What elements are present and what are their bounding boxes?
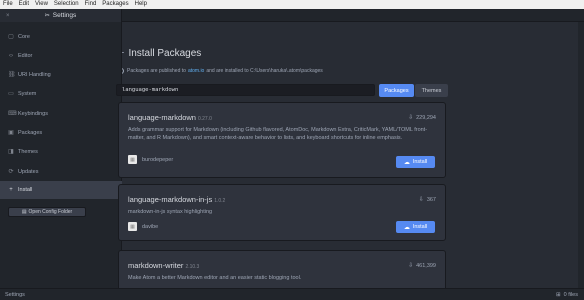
- themes-toggle-button[interactable]: Themes: [415, 84, 448, 97]
- open-config-folder-button[interactable]: ▤ Open Config Folder: [8, 207, 86, 217]
- page-title: Install Packages: [128, 47, 202, 59]
- tab-bar: × ✂ Settings: [0, 9, 584, 22]
- sidebar-item-uri-handling[interactable]: ⛓ URI Handling: [0, 67, 122, 82]
- package-name[interactable]: language-markdown-in-js 1.0.2: [128, 195, 225, 204]
- files-icon: ⊞: [556, 291, 561, 298]
- avatar: ▦: [128, 155, 137, 164]
- sidebar-item-label: Themes: [18, 148, 38, 155]
- section-heading: + Install Packages: [122, 47, 201, 59]
- sidebar-item-label: System: [18, 90, 37, 97]
- install-button[interactable]: ☁ Install: [396, 221, 435, 233]
- package-description: markdown-in-js syntax highlighting: [128, 209, 213, 215]
- menu-edit[interactable]: Edit: [19, 0, 29, 9]
- sidebar-item-editor[interactable]: ‹› Editor: [0, 48, 122, 63]
- package-icon: ▣: [8, 130, 14, 136]
- tab-settings[interactable]: × ✂ Settings: [0, 9, 122, 22]
- package-name-label[interactable]: markdown-writer: [128, 261, 183, 270]
- package-version: 1.0.2: [214, 198, 226, 204]
- package-search-input[interactable]: language-markdown: [116, 84, 375, 96]
- scrollbar[interactable]: [578, 22, 584, 288]
- sidebar-item-label: Editor: [18, 52, 33, 59]
- info-suffix: and are installed to C:\Users\haruka\.at…: [206, 68, 323, 74]
- plus-icon: +: [122, 47, 124, 59]
- install-button[interactable]: ☁ Install: [396, 156, 435, 168]
- sidebar-item-packages[interactable]: ▣ Packages: [0, 125, 122, 140]
- download-count: ⇩ 229,294: [408, 114, 436, 122]
- menu-file[interactable]: File: [3, 0, 13, 9]
- package-version: 0.27.0: [197, 116, 212, 122]
- sidebar-item-install[interactable]: + Install: [0, 181, 122, 199]
- menu-view[interactable]: View: [35, 0, 48, 9]
- package-card-language-markdown-in-js: language-markdown-in-js 1.0.2 ⇩ 367 markd…: [118, 184, 446, 241]
- install-label: Install: [412, 159, 428, 165]
- sidebar-item-themes[interactable]: ◨ Themes: [0, 144, 122, 159]
- sidebar-item-label: Updates: [18, 168, 39, 175]
- download-count-value: 229,294: [416, 114, 436, 121]
- menu-packages[interactable]: Packages: [102, 0, 128, 9]
- menu-find[interactable]: Find: [85, 0, 97, 9]
- tools-icon: ✂: [44, 13, 50, 19]
- package-description: Make Atom a better Markdown editor and a…: [128, 275, 302, 281]
- cloud-download-icon: ⇩: [418, 197, 424, 203]
- sidebar-item-label: URI Handling: [18, 71, 51, 78]
- settings-sidebar: ▢ Core ‹› Editor ⛓ URI Handling ▭ System…: [0, 22, 122, 288]
- system-icon: ▭: [8, 91, 14, 97]
- package-name[interactable]: markdown-writer 2.10.3: [128, 261, 199, 270]
- package-name-label[interactable]: language-markdown: [128, 113, 196, 122]
- sidebar-item-label: Core: [18, 33, 30, 40]
- sidebar-item-label: Keybindings: [18, 110, 48, 117]
- package-name[interactable]: language-markdown 0.27.0: [128, 113, 212, 122]
- core-icon: ▢: [8, 34, 14, 40]
- install-label: Install: [412, 224, 428, 230]
- sidebar-item-label: Install: [18, 187, 33, 193]
- download-count: ⇩ 367: [418, 196, 436, 204]
- file-directory-icon: ▤: [21, 209, 27, 215]
- package-author[interactable]: ▦ davibe: [128, 222, 158, 231]
- cloud-download-icon: ⇩: [408, 115, 414, 121]
- package-version: 2.10.3: [185, 264, 200, 270]
- author-name[interactable]: davibe: [142, 224, 158, 230]
- tab-close-icon[interactable]: ×: [6, 13, 10, 19]
- cloud-download-icon: ☁: [403, 159, 410, 166]
- open-config-folder-label: Open Config Folder: [28, 209, 73, 215]
- package-name-label[interactable]: language-markdown-in-js: [128, 195, 212, 204]
- code-icon: ‹›: [9, 52, 13, 59]
- download-count-value: 367: [426, 196, 436, 203]
- file-count-value: 0 files: [563, 291, 578, 298]
- link-icon: ⛓: [8, 72, 16, 78]
- cloud-download-icon: ☁: [403, 224, 410, 231]
- info-prefix: Packages are published to: [127, 68, 186, 74]
- package-card-language-markdown: language-markdown 0.27.0 ⇩ 229,294 Adds g…: [118, 102, 446, 178]
- download-count-value: 461,399: [416, 262, 436, 269]
- atom-io-link[interactable]: atom.io: [188, 68, 204, 74]
- sidebar-item-label: Packages: [18, 129, 43, 136]
- package-description: Adds grammar support for Markdown (inclu…: [128, 127, 428, 141]
- sidebar-item-system[interactable]: ▭ System: [0, 86, 122, 101]
- download-count: ⇩ 461,399: [408, 262, 436, 270]
- plus-icon: +: [9, 187, 13, 193]
- sidebar-item-keybindings[interactable]: ⌨ Keybindings: [0, 106, 122, 121]
- tab-label: Settings: [52, 12, 77, 19]
- status-bar: Settings ⊞ 0 files: [0, 288, 584, 300]
- sidebar-item-updates[interactable]: ⟳ Updates: [0, 164, 122, 179]
- sidebar-item-core[interactable]: ▢ Core: [0, 29, 122, 44]
- file-count[interactable]: ⊞ 0 files: [556, 292, 578, 298]
- menu-bar: File Edit View Selection Find Packages H…: [0, 0, 584, 9]
- menu-selection[interactable]: Selection: [54, 0, 79, 9]
- author-name[interactable]: burodepeper: [142, 157, 173, 163]
- install-location-info: ? Packages are published to atom.io and …: [122, 68, 323, 74]
- cloud-download-icon: ⇩: [408, 263, 414, 269]
- keyboard-icon: ⌨: [8, 111, 17, 117]
- package-author[interactable]: ▦ burodepeper: [128, 155, 173, 164]
- question-icon: ?: [122, 68, 124, 74]
- status-left: Settings: [5, 291, 25, 298]
- packages-toggle-button[interactable]: Packages: [379, 84, 414, 97]
- sync-icon: ⟳: [8, 169, 14, 175]
- menu-help[interactable]: Help: [135, 0, 147, 9]
- avatar: ▦: [128, 222, 137, 231]
- paintcan-icon: ◨: [8, 149, 14, 155]
